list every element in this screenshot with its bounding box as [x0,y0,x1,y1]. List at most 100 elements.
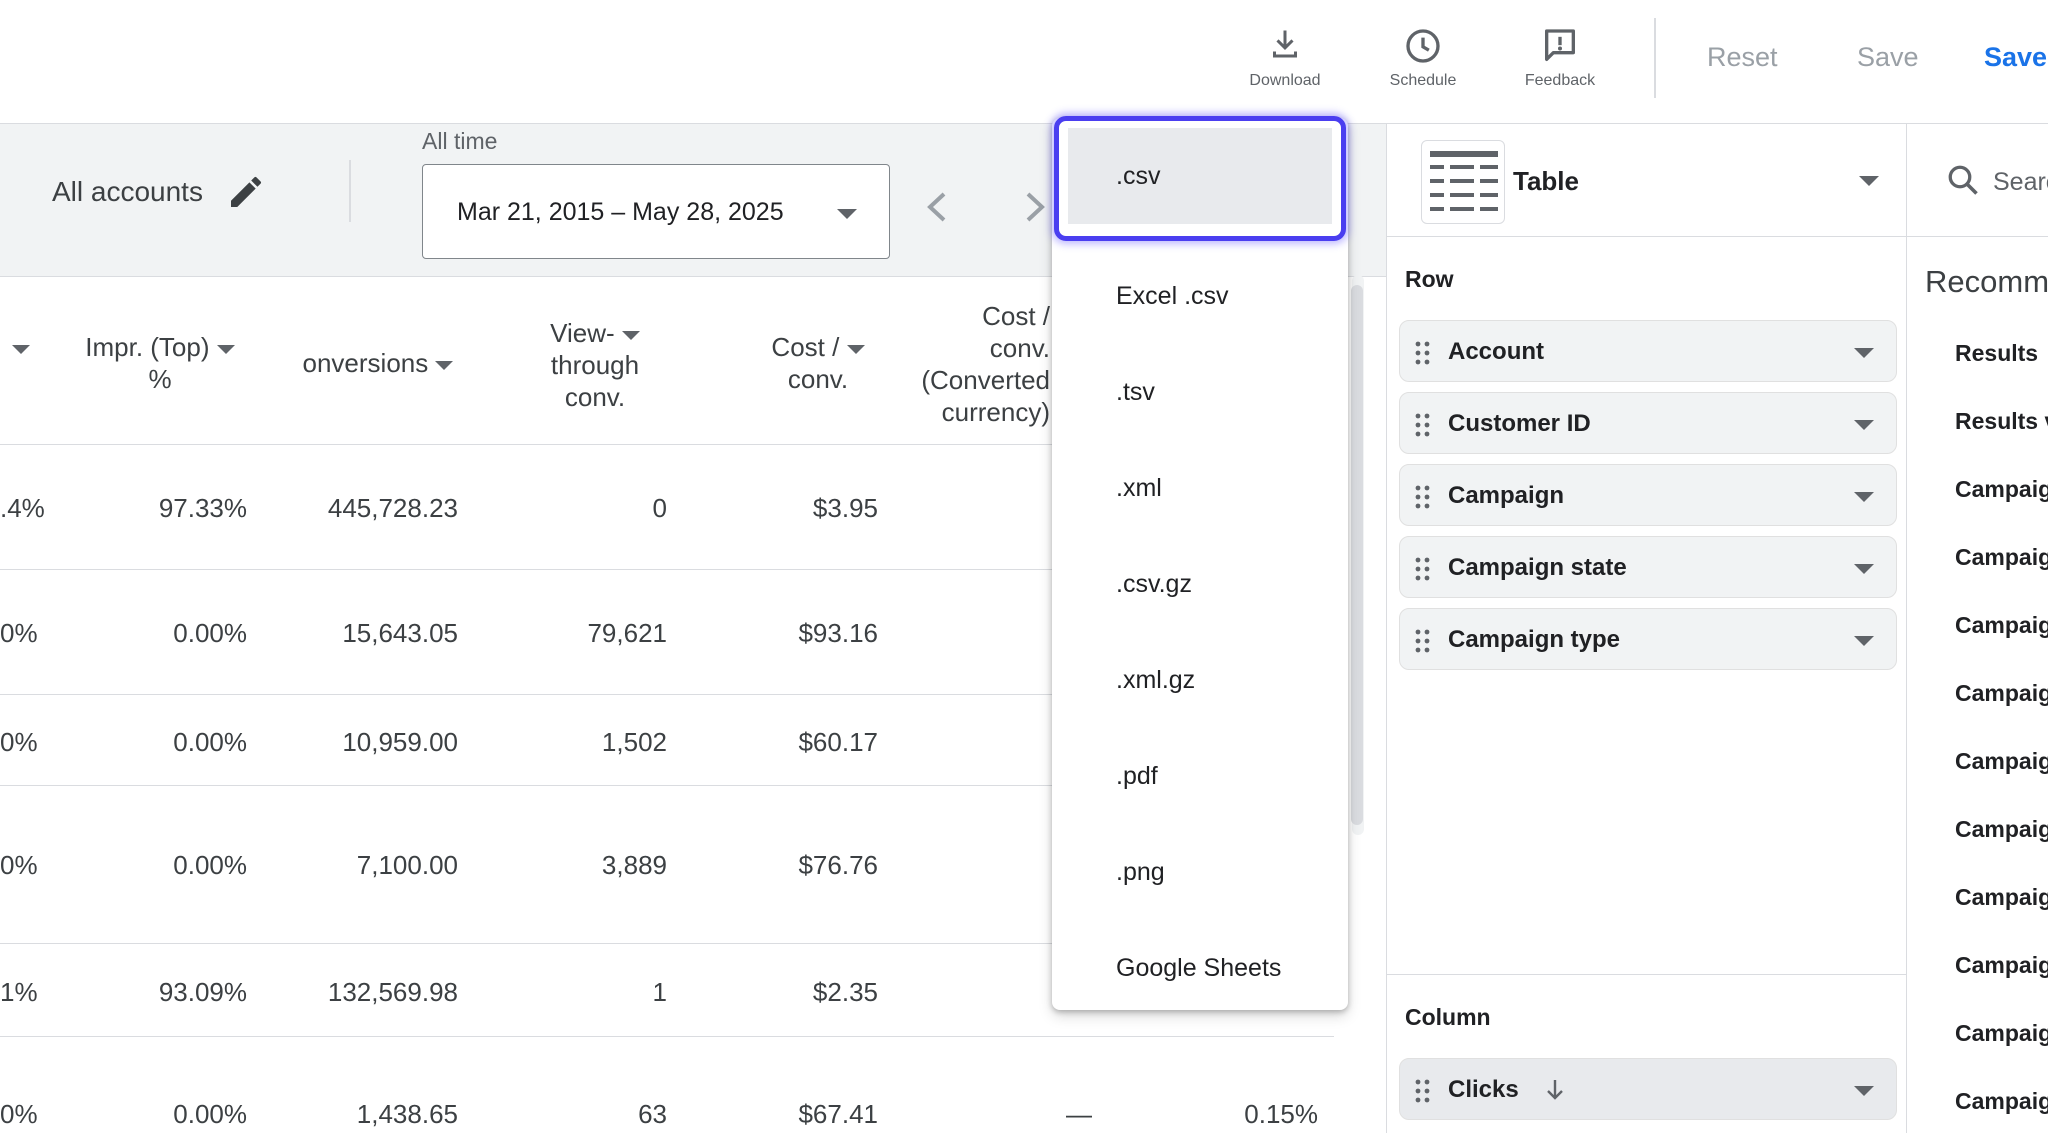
download-label: Download [1249,72,1321,89]
cell-view-through: 1,502 [601,727,667,757]
menu-item-xml[interactable]: .xml [1052,440,1348,536]
recommendations-search[interactable]: Search [1907,124,2048,237]
cell-rate: 0.15% [1244,1099,1318,1129]
feedback-label: Feedback [1524,72,1596,89]
header-impr-top[interactable]: Impr. (Top) % [70,331,250,395]
cell-impr-top: 0.00% [173,1099,247,1129]
search-placeholder: Search [1993,168,2048,196]
row-chip-account[interactable]: Account [1399,320,1897,382]
accounts-selector[interactable]: All accounts [52,176,203,208]
rec-item[interactable]: Campaig [1955,476,2048,503]
menu-item-png[interactable]: .png [1052,824,1348,920]
menu-item-tsv[interactable]: .tsv [1052,344,1348,440]
row-section-title: Row [1405,266,1454,292]
cell-conversions: 132,569.98 [327,977,458,1007]
cell-view-through: 3,889 [601,850,667,880]
chevron-down-icon[interactable] [1854,492,1874,502]
menu-item-csv[interactable]: .csv [1068,128,1332,224]
row-chip-campaign-type[interactable]: Campaign type [1399,608,1897,670]
menu-item-xml-gz[interactable]: .xml.gz [1052,632,1348,728]
top-toolbar: Download Schedule Feedback Reset Save Sa… [0,0,2048,124]
table-row[interactable]: 0% 0.00% 1,438.65 63 $67.41 — 0.15% [0,1037,1334,1133]
header-cost-conv-converted[interactable]: Cost / conv. (Converted currency) [900,300,1050,428]
rec-item[interactable]: Campaig [1955,816,2048,843]
row-chip-campaign-state[interactable]: Campaign state [1399,536,1897,598]
chevron-right-icon[interactable] [1022,190,1048,224]
rec-item[interactable]: Results v [1955,408,2048,435]
cell-cost-conv: $93.16 [798,618,878,648]
rec-item[interactable]: Campaig [1955,680,2048,707]
cell-impr-top: 0.00% [173,850,247,880]
menu-item-pdf[interactable]: .pdf [1052,728,1348,824]
drag-handle-icon[interactable] [1414,556,1432,582]
chevron-down-icon[interactable] [1854,636,1874,646]
rec-item[interactable]: Campaig [1955,1020,2048,1047]
drag-handle-icon[interactable] [1414,412,1432,438]
chip-label: Customer ID [1448,410,1591,437]
date-range-picker[interactable]: Mar 21, 2015 – May 28, 2025 [422,164,890,259]
chip-label: Campaign [1448,482,1565,509]
schedule-label: Schedule [1389,72,1457,89]
chevron-left-icon[interactable] [924,190,950,224]
panel-divider [1387,974,1907,975]
drag-handle-icon[interactable] [1414,628,1432,654]
sort-arrow-icon[interactable] [1544,1077,1566,1103]
rec-item[interactable]: Campaig [1955,748,2048,775]
cell-cost-conv: $76.76 [798,850,878,880]
rec-item[interactable]: Campaig [1955,544,2048,571]
chevron-down-icon [1859,176,1879,186]
feedback-button[interactable]: Feedback [1505,26,1615,90]
chip-label: Clicks [1448,1076,1519,1103]
column-chip-clicks[interactable]: Clicks [1399,1058,1897,1120]
schedule-button[interactable]: Schedule [1368,26,1478,90]
visualization-type-selector[interactable]: Table [1387,124,1907,237]
chip-label: Account [1448,338,1544,365]
sort-caret-icon[interactable] [12,345,30,354]
download-button[interactable]: Download [1230,26,1340,90]
rec-item[interactable]: Campaig [1955,952,2048,979]
menu-item-excel-csv[interactable]: Excel .csv [1052,248,1348,344]
rec-item[interactable]: Campaig [1955,612,2048,639]
cell-impr-top: 93.09% [158,977,247,1007]
reset-button[interactable]: Reset [1707,42,1778,73]
search-icon [1948,165,1978,195]
rec-item[interactable]: Campaig [1955,884,2048,911]
cell-cost-conv: $3.95 [812,493,878,523]
drag-handle-icon[interactable] [1414,1078,1432,1104]
chevron-down-icon[interactable] [1854,1086,1874,1096]
cell-ctr: 0% [0,850,38,880]
chevron-down-icon[interactable] [1854,348,1874,358]
rec-item[interactable]: Results [1955,340,2038,367]
drag-handle-icon[interactable] [1414,340,1432,366]
cell-ctr: 0% [0,618,38,648]
menu-item-google-sheets[interactable]: Google Sheets [1052,920,1348,1016]
chevron-down-icon[interactable] [1854,564,1874,574]
cell-conversions: 7,100.00 [356,850,458,880]
header-view-through[interactable]: View- through conv. [520,317,670,413]
row-chip-campaign[interactable]: Campaign [1399,464,1897,526]
cell-cost-conv: $67.41 [798,1099,878,1129]
header-cost-conv[interactable]: Cost / conv. [748,331,888,395]
cell-impr-top: 0.00% [173,727,247,757]
cell-ctr: 0% [0,727,38,757]
cell-impr-top: 97.33% [158,493,247,523]
save-as-button[interactable]: Save [1984,42,2047,73]
visualization-type-label: Table [1513,166,1579,196]
row-chip-customer-id[interactable]: Customer ID [1399,392,1897,454]
cell-conversions: 1,438.65 [356,1099,458,1129]
toolbar-divider [1654,18,1656,98]
cell-conversions: 15,643.05 [342,618,458,648]
pencil-icon[interactable] [226,172,266,212]
menu-item-csv-gz[interactable]: .csv.gz [1052,536,1348,632]
table-scrollbar[interactable] [1351,285,1363,825]
header-conversions[interactable]: onversions [278,347,478,379]
chip-label: Campaign state [1448,554,1627,581]
drag-handle-icon[interactable] [1414,484,1432,510]
rec-item[interactable]: Campaig [1955,1088,2048,1115]
save-button[interactable]: Save [1857,42,1919,73]
chevron-down-icon [837,209,857,219]
chevron-down-icon[interactable] [1854,420,1874,430]
cell-ctr: .4% [0,493,45,523]
cell-conversions: 445,728.23 [327,493,458,523]
chart-config-panel: Table Row Account Customer ID Campaign C… [1386,124,1907,1133]
